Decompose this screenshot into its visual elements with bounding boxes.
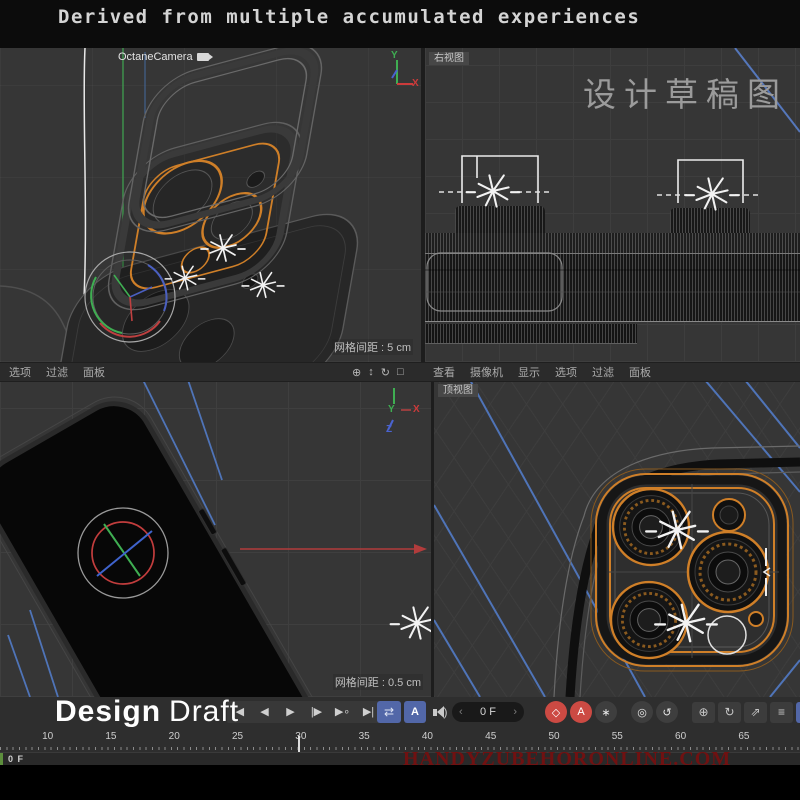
- header-bar: Derived from multiple accumulated experi…: [0, 0, 800, 48]
- ruler-tick-label: 55: [586, 731, 649, 742]
- frame-decrement-arrow[interactable]: ‹: [459, 706, 463, 718]
- current-frame-field[interactable]: ‹ 0 F ›: [452, 702, 524, 722]
- previous-key-button[interactable]: ◀: [253, 701, 276, 723]
- ruler-tick-label: 45: [459, 731, 522, 742]
- menu-item[interactable]: 面板: [629, 364, 651, 380]
- viewport-menu-left: 选项过滤面板: [9, 363, 105, 381]
- dolly-icon[interactable]: ↕: [368, 366, 374, 378]
- timeline-marker[interactable]: [298, 736, 300, 752]
- viewport-menubar: 选项过滤面板 ⊕↕↻□ 查看摄像机显示选项过滤面板: [0, 362, 800, 382]
- ruler-tick-label: 60: [649, 731, 712, 742]
- playhead-bar: [0, 753, 3, 765]
- sketch-star: [391, 607, 431, 638]
- menu-item[interactable]: 面板: [83, 364, 105, 380]
- volume-icon[interactable]: ): [429, 701, 451, 723]
- viewport-label: 顶视图: [438, 384, 478, 397]
- frame-increment-arrow[interactable]: ›: [513, 706, 517, 718]
- viewport-menu-right: 查看摄像机显示选项过滤面板: [433, 363, 651, 381]
- axis-y-label: Y: [388, 404, 395, 415]
- sketch-caption: 设计草稿图: [583, 68, 788, 116]
- goto-start-button[interactable]: |◀: [227, 701, 250, 723]
- menu-item[interactable]: 查看: [433, 364, 455, 380]
- phone-silhouette: [0, 382, 396, 697]
- camera-module: [591, 469, 793, 671]
- camera-icon: [197, 53, 209, 61]
- front-view-canvas: [0, 380, 431, 697]
- lidar-dot: [749, 612, 763, 626]
- caption-bold: Design: [55, 695, 161, 728]
- perspective-canvas: [0, 48, 421, 362]
- ruler-tick-label: 10: [16, 731, 79, 742]
- key-rotation-toggle[interactable]: ↻: [718, 702, 741, 723]
- keying-settings-button[interactable]: ∗: [595, 701, 617, 723]
- pan-icon[interactable]: ⊕: [352, 366, 361, 379]
- viewport-label: 右视图: [429, 52, 469, 65]
- keyframe-selection-button[interactable]: ◎: [631, 701, 653, 723]
- viewport-front-view[interactable]: Y X Z: [0, 380, 431, 697]
- menu-item[interactable]: 选项: [9, 364, 31, 380]
- camera-label: OctaneCamera: [118, 51, 209, 63]
- viewport-right-view[interactable]: 右视图 设计草稿图: [425, 48, 800, 362]
- menu-item[interactable]: 选项: [555, 364, 577, 380]
- header-title: Derived from multiple accumulated experi…: [58, 6, 640, 28]
- ruler-tick-label: 25: [206, 731, 269, 742]
- keyframe-buttons: ◇A∗ ◎↺ ⊕↻⇗≡✎: [545, 701, 800, 723]
- top-view-canvas: [434, 380, 800, 697]
- menu-item[interactable]: 摄像机: [470, 364, 503, 380]
- menu-item[interactable]: 过滤: [592, 364, 614, 380]
- ruler-tick-label: 40: [396, 731, 459, 742]
- design-draft-caption: DesignDraft: [55, 695, 239, 729]
- record-keyframe-button[interactable]: ◇: [545, 701, 567, 723]
- lens-bottom-left: [611, 582, 687, 658]
- viewport-nav-icons: ⊕ ↕ ↻ □: [352, 363, 404, 381]
- sketch-star: [686, 178, 739, 209]
- maximize-viewport-icon[interactable]: □: [397, 366, 404, 378]
- x-axis-arrow: [240, 544, 427, 554]
- ruler-tick-label: 65: [712, 731, 775, 742]
- ruler-numbers: 101520253035404550556065: [16, 731, 776, 742]
- ruler-tick-label: 50: [522, 731, 585, 742]
- axis-x-label: X: [412, 78, 419, 89]
- lens-top-left: [613, 489, 689, 565]
- current-frame-label: 0 F: [8, 754, 24, 764]
- next-frame-button[interactable]: |▶: [305, 701, 328, 723]
- ruler-tick-label: 15: [79, 731, 142, 742]
- axis-z-label: Z: [386, 424, 392, 435]
- camera-name: OctaneCamera: [118, 51, 193, 63]
- key-parameter-toggle[interactable]: ≡: [770, 702, 793, 723]
- sketch-star: [467, 175, 520, 206]
- watermark-text: HANDYZUBEHORONLINE.COM: [403, 748, 731, 771]
- lens-right: [688, 532, 768, 612]
- key-scale-toggle[interactable]: ⇗: [744, 702, 767, 723]
- key-pla-toggle[interactable]: ✎: [796, 702, 800, 723]
- play-forwards-button[interactable]: ▶: [279, 701, 302, 723]
- current-frame-indicator[interactable]: 0 F: [0, 753, 24, 765]
- grid-spacing-label: 网格间距 : 5 cm: [332, 339, 413, 355]
- play-sound-button[interactable]: ▶∘: [331, 701, 354, 723]
- autokeying-button[interactable]: A: [570, 701, 592, 723]
- axis-y-label: Y: [391, 50, 398, 61]
- sketch-circle: [708, 616, 746, 654]
- axis-x-label: X: [413, 404, 420, 415]
- ruler-tick-label: 35: [332, 731, 395, 742]
- axis-gizmo-circle: [78, 508, 168, 598]
- viewport-grid: OctaneCamera Y X: [0, 48, 800, 697]
- grid-spacing-label: 网格间距 : 0.5 cm: [333, 674, 423, 690]
- menu-item[interactable]: 显示: [518, 364, 540, 380]
- key-position-toggle[interactable]: ⊕: [692, 702, 715, 723]
- autokey-overlay-button[interactable]: A: [404, 701, 426, 723]
- ruler-tick-label: 20: [143, 731, 206, 742]
- menu-item[interactable]: 过滤: [46, 364, 68, 380]
- key-interpolation-button[interactable]: ↺: [656, 701, 678, 723]
- loop-playback-button[interactable]: ⇄: [377, 701, 401, 723]
- ruler-tick-label: 30: [269, 731, 332, 742]
- viewport-top-view[interactable]: 顶视图: [434, 380, 800, 697]
- orbit-icon[interactable]: ↻: [381, 366, 390, 379]
- frame-value: 0 F: [480, 706, 496, 718]
- timeline-bar: DesignDraft |◀◀▶|▶▶∘▶| ⇄ A ) ‹ 0 F › ◇A∗…: [0, 697, 800, 730]
- transport-controls: |◀◀▶|▶▶∘▶|: [227, 701, 380, 723]
- viewport-perspective[interactable]: OctaneCamera Y X: [0, 48, 421, 362]
